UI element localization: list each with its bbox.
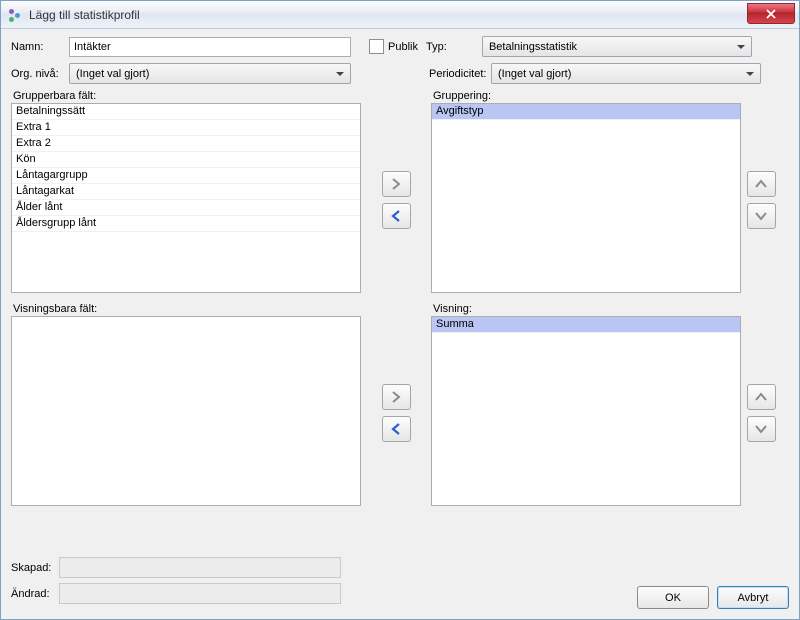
- label-created: Skapad:: [11, 562, 59, 574]
- close-icon: [766, 9, 776, 19]
- display-list[interactable]: Summa: [431, 316, 741, 506]
- label-periodicity: Periodicitet:: [429, 68, 489, 80]
- list-item[interactable]: Avgiftstyp: [432, 104, 740, 120]
- list-item[interactable]: Ålder lånt: [12, 200, 360, 216]
- chevron-left-icon: [390, 423, 402, 435]
- label-public: Publik: [388, 41, 418, 53]
- created-value: [59, 557, 341, 578]
- move-left-display-button[interactable]: [382, 416, 411, 442]
- label-groupable-fields: Grupperbara fält:: [13, 90, 361, 102]
- move-down-display-button[interactable]: [747, 416, 776, 442]
- move-right-grouping-button[interactable]: [382, 171, 411, 197]
- groupable-fields-list[interactable]: BetalningssättExtra 1Extra 2KönLåntagarg…: [11, 103, 361, 293]
- section-display: Visningsbara fält: Visning: Summa: [11, 303, 789, 506]
- list-item[interactable]: Extra 2: [12, 136, 360, 152]
- dialog-buttons: OK Avbryt: [637, 586, 789, 609]
- org-level-select[interactable]: (Inget val gjort): [69, 63, 351, 84]
- name-input[interactable]: [69, 37, 351, 57]
- chevron-right-icon: [390, 178, 402, 190]
- modified-value: [59, 583, 341, 604]
- section-grouping: Grupperbara fält: BetalningssättExtra 1E…: [11, 90, 789, 293]
- visible-fields-list[interactable]: [11, 316, 361, 506]
- label-org-level: Org. nivå:: [11, 68, 69, 80]
- type-select-value: Betalningsstatistik: [489, 41, 577, 53]
- list-item[interactable]: Summa: [432, 317, 740, 333]
- list-item[interactable]: Låntagargrupp: [12, 168, 360, 184]
- window-title: Lägg till statistikprofil: [29, 8, 140, 22]
- label-modified: Ändrad:: [11, 588, 59, 600]
- dialog-body: Namn: Publik Typ: Betalningsstatistik Or…: [1, 28, 799, 619]
- move-down-grouping-button[interactable]: [747, 203, 776, 229]
- list-item[interactable]: Betalningssätt: [12, 104, 360, 120]
- move-up-grouping-button[interactable]: [747, 171, 776, 197]
- label-grouping: Gruppering:: [433, 90, 741, 102]
- cancel-button[interactable]: Avbryt: [717, 586, 789, 609]
- label-name: Namn:: [11, 41, 69, 53]
- type-select[interactable]: Betalningsstatistik: [482, 36, 752, 57]
- chevron-down-icon: [755, 423, 767, 435]
- row-created: Skapad:: [11, 557, 789, 578]
- label-display: Visning:: [433, 303, 741, 315]
- public-checkbox[interactable]: [369, 39, 384, 54]
- label-type: Typ:: [426, 41, 454, 53]
- periodicity-select[interactable]: (Inget val gjort): [491, 63, 761, 84]
- close-button[interactable]: [747, 3, 795, 24]
- label-visible-fields: Visningsbara fält:: [13, 303, 361, 315]
- org-level-select-value: (Inget val gjort): [76, 68, 149, 80]
- list-item[interactable]: Låntagarkat: [12, 184, 360, 200]
- list-item[interactable]: Åldersgrupp lånt: [12, 216, 360, 232]
- grouping-list[interactable]: Avgiftstyp: [431, 103, 741, 293]
- list-item[interactable]: Extra 1: [12, 120, 360, 136]
- list-item[interactable]: Kön: [12, 152, 360, 168]
- dialog-bottom: Skapad: Ändrad: OK Avbryt: [11, 557, 789, 609]
- chevron-down-icon: [755, 210, 767, 222]
- titlebar: Lägg till statistikprofil: [1, 1, 799, 29]
- move-right-display-button[interactable]: [382, 384, 411, 410]
- chevron-left-icon: [390, 210, 402, 222]
- chevron-up-icon: [755, 391, 767, 403]
- chevron-right-icon: [390, 391, 402, 403]
- chevron-up-icon: [755, 178, 767, 190]
- ok-button[interactable]: OK: [637, 586, 709, 609]
- app-icon: [7, 7, 23, 23]
- row-name-type: Namn: Publik Typ: Betalningsstatistik: [11, 36, 789, 57]
- move-left-grouping-button[interactable]: [382, 203, 411, 229]
- periodicity-select-value: (Inget val gjort): [498, 68, 571, 80]
- dialog-window: Lägg till statistikprofil Namn: Publik T…: [0, 0, 800, 620]
- row-org-period: Org. nivå: (Inget val gjort) Periodicite…: [11, 63, 789, 84]
- move-up-display-button[interactable]: [747, 384, 776, 410]
